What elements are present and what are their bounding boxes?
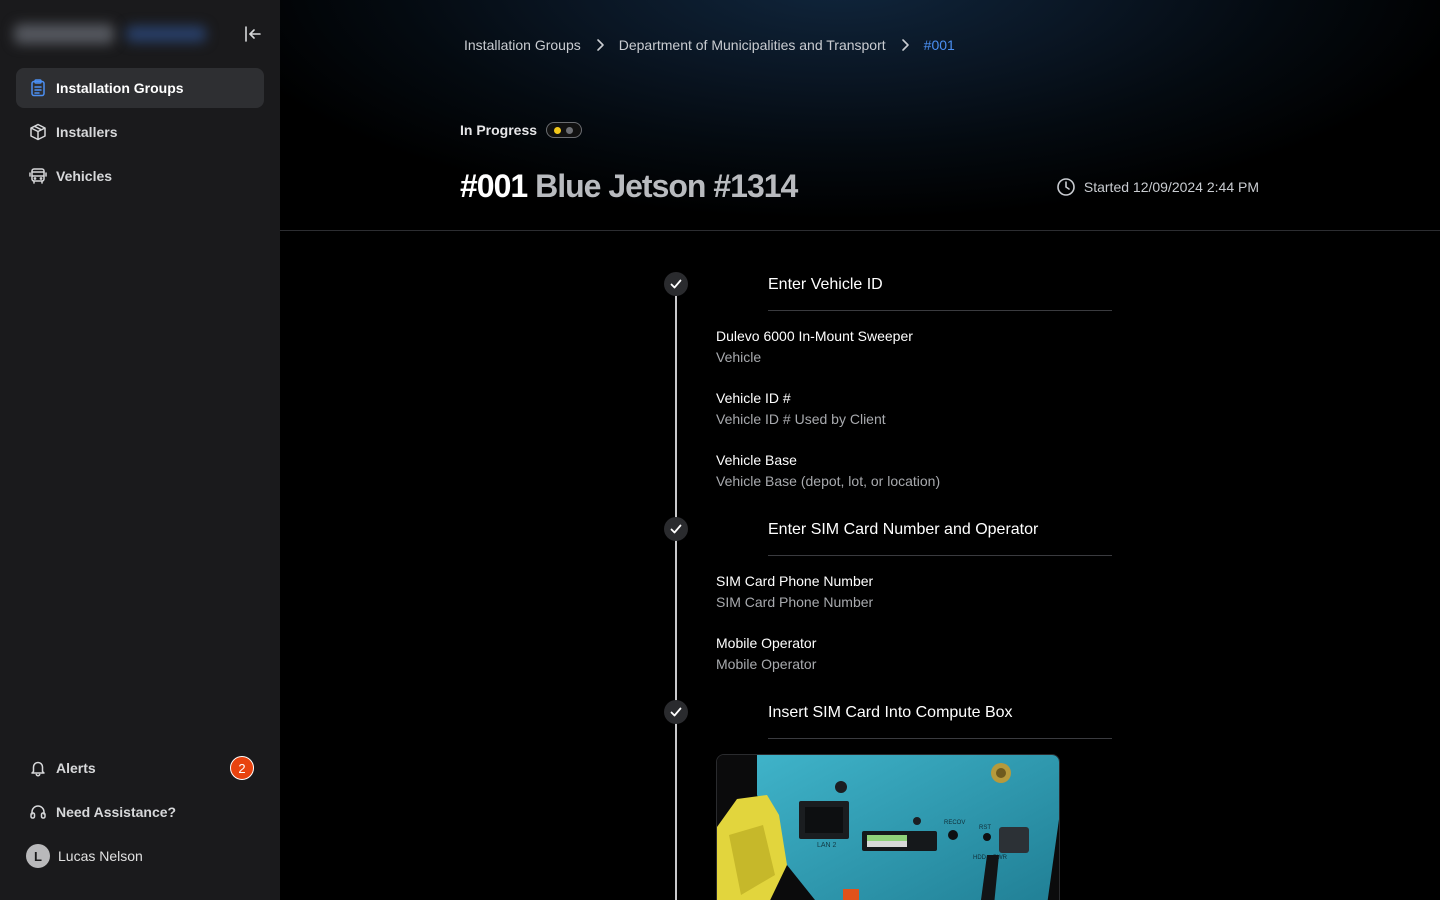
breadcrumb-installation-groups[interactable]: Installation Groups [464, 37, 581, 53]
sidebar-item-vehicles[interactable]: Vehicles [16, 156, 264, 196]
need-assistance-button[interactable]: Need Assistance? [16, 792, 264, 832]
field-label: Dulevo 6000 In-Mount Sweeper [716, 328, 913, 344]
chevron-right-icon [900, 38, 910, 52]
installation-name: Blue Jetson #1314 [535, 168, 798, 204]
sidebar-item-label: Installers [56, 124, 118, 140]
sidebar: Installation Groups Installers Vehicles [0, 0, 280, 900]
sidebar-item-installation-groups[interactable]: Installation Groups [16, 68, 264, 108]
field-sim-phone: SIM Card Phone Number SIM Card Phone Num… [716, 571, 1060, 613]
alerts-count-badge: 2 [230, 756, 254, 780]
bell-icon [28, 758, 48, 778]
photo-label-lan: LAN 2 [817, 842, 837, 849]
field-value: Vehicle ID # Used by Client [716, 411, 886, 427]
sidebar-item-label: Installation Groups [56, 80, 184, 96]
step-insert-sim: Insert SIM Card Into Compute Box [664, 700, 1112, 740]
status-progress-pill [546, 122, 583, 138]
photo-label-rst: RST [979, 825, 991, 831]
breadcrumb: Installation Groups Department of Munici… [464, 34, 955, 56]
brand-logo[interactable] [14, 22, 206, 46]
step-title: Enter SIM Card Number and Operator [768, 521, 1039, 538]
field-label: Mobile Operator [716, 635, 817, 651]
started-text: Started 12/09/2024 2:44 PM [1083, 179, 1259, 195]
sidebar-item-installers[interactable]: Installers [16, 112, 264, 152]
step-title: Enter Vehicle ID [768, 276, 883, 293]
page-title: #001 Blue Jetson #1314 [460, 168, 798, 205]
check-icon [664, 272, 688, 296]
step-enter-sim-card: Enter SIM Card Number and Operator [664, 517, 1112, 557]
breadcrumb-current: #001 [923, 37, 955, 53]
started-timestamp: Started 12/09/2024 2:44 PM [1056, 177, 1259, 197]
field-value: Mobile Operator [716, 656, 817, 672]
clock-icon [1056, 177, 1076, 197]
user-name: Lucas Nelson [58, 848, 143, 864]
bus-icon [28, 166, 48, 186]
timeline-line [675, 296, 677, 900]
field-label: Vehicle ID # [716, 390, 791, 406]
step-divider [768, 555, 1112, 556]
alerts-button[interactable]: Alerts 2 [16, 748, 264, 788]
status-indicator: In Progress [460, 122, 583, 138]
check-icon [664, 700, 688, 724]
user-profile-button[interactable]: L Lucas Nelson [16, 836, 264, 876]
sidebar-footer: Alerts 2 Need Assistance? L Lucas Nelson [16, 744, 264, 876]
photo-label-hdd: HDD [973, 855, 987, 861]
step-divider [768, 738, 1112, 739]
alerts-label: Alerts [56, 760, 96, 776]
field-label: Vehicle Base [716, 452, 797, 468]
header-divider [280, 230, 1440, 231]
collapse-sidebar-icon [245, 26, 261, 42]
field-vehicle: Dulevo 6000 In-Mount Sweeper Vehicle [716, 326, 1060, 368]
step-enter-vehicle-id: Enter Vehicle ID [664, 272, 1112, 312]
chevron-right-icon [595, 38, 605, 52]
main-content: Installation Groups Department of Munici… [280, 0, 1440, 900]
step-title: Insert SIM Card Into Compute Box [768, 704, 1013, 721]
headset-icon [28, 802, 48, 822]
field-value: SIM Card Phone Number [716, 594, 874, 610]
field-mobile-operator: Mobile Operator Mobile Operator [716, 633, 1060, 675]
installation-number: #001 [460, 168, 528, 204]
breadcrumb-department[interactable]: Department of Municipalities and Transpo… [619, 37, 886, 53]
need-assistance-label: Need Assistance? [56, 804, 177, 820]
box-icon [28, 122, 48, 142]
field-vehicle-base: Vehicle Base Vehicle Base (depot, lot, o… [716, 450, 1060, 492]
collapse-sidebar-button[interactable] [240, 22, 266, 46]
sidebar-item-label: Vehicles [56, 168, 113, 184]
avatar: L [26, 844, 50, 868]
field-value: Vehicle [716, 349, 762, 365]
status-label: In Progress [460, 122, 538, 138]
step-divider [768, 310, 1112, 311]
check-icon [664, 517, 688, 541]
field-vehicle-id: Vehicle ID # Vehicle ID # Used by Client [716, 388, 1060, 430]
photo-label-recov: RECOV [944, 820, 965, 826]
field-value: Vehicle Base (depot, lot, or location) [716, 473, 941, 489]
field-label: SIM Card Phone Number [716, 573, 874, 589]
sidebar-nav: Installation Groups Installers Vehicles [16, 68, 264, 200]
clipboard-icon [28, 78, 48, 98]
compute-box-photo[interactable]: LAN 2 RECOV RST HDD PWR [716, 754, 1060, 900]
